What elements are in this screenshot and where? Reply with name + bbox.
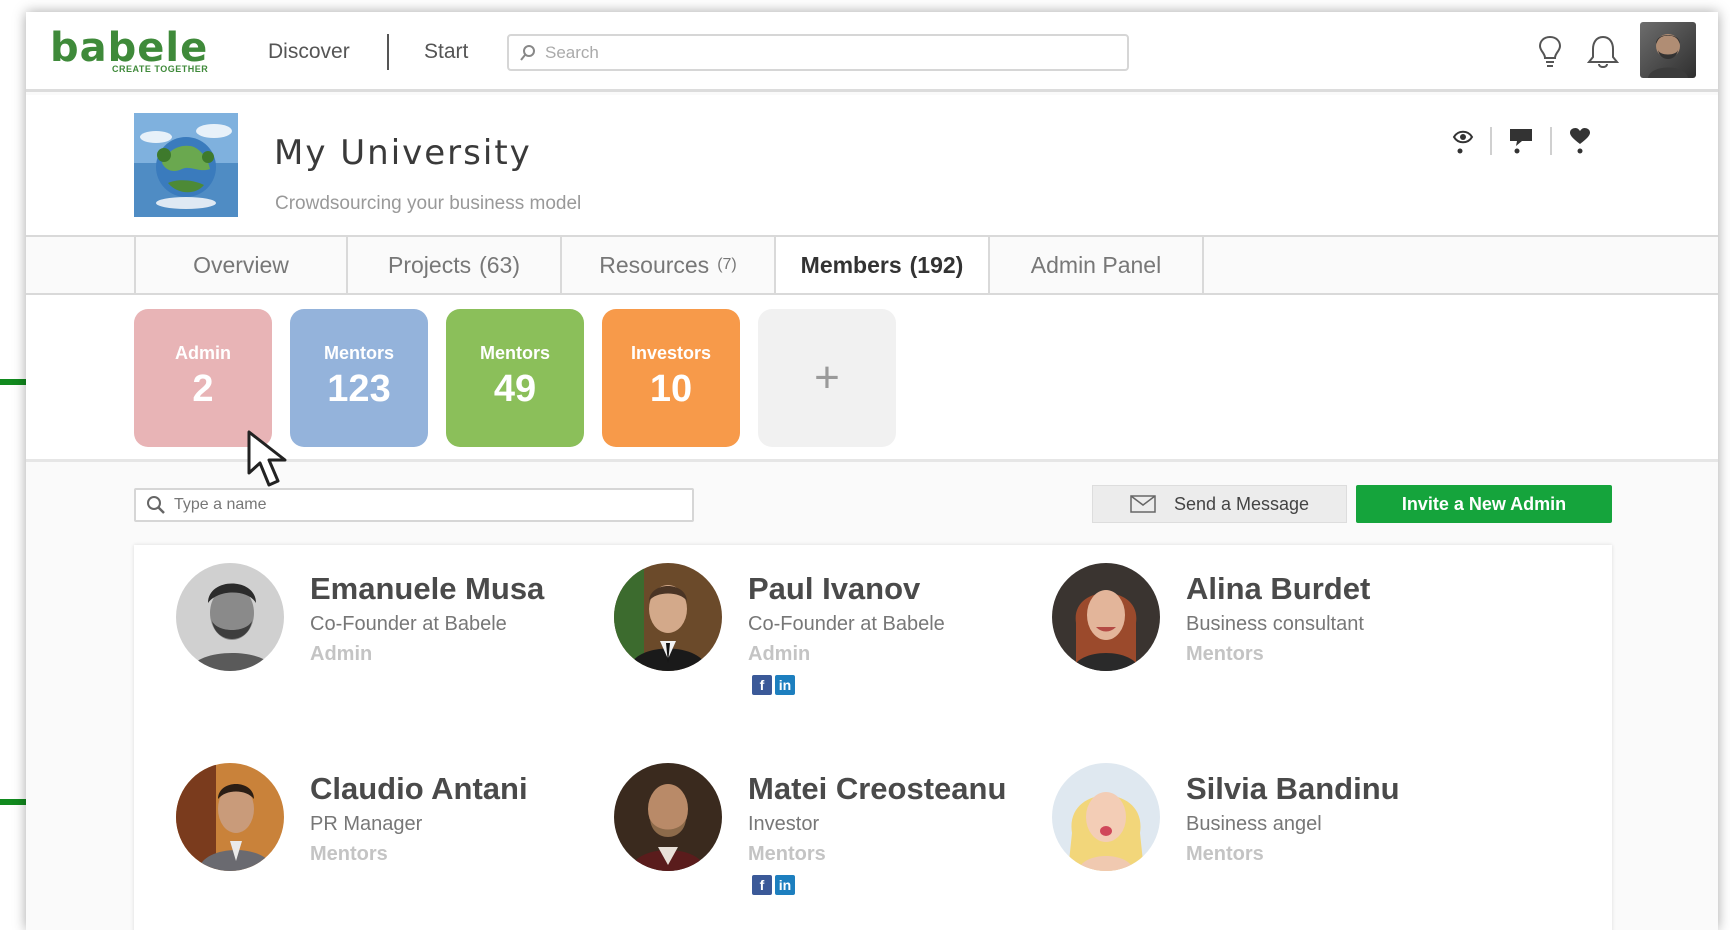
user-avatar[interactable] — [1640, 22, 1696, 78]
role-card-label: Admin — [175, 343, 231, 363]
member-name[interactable]: Claudio Antani — [310, 771, 528, 807]
tab-label: Projects — [388, 251, 472, 278]
member-card[interactable]: Paul Ivanov Co-Founder at Babele Admin f… — [572, 545, 1042, 695]
members-panel: Emanuele Musa Co-Founder at Babele Admin… — [134, 545, 1612, 930]
organization-header: My University Crowdsourcing your busines… — [26, 95, 1718, 235]
member-title: Co-Founder at Babele — [310, 613, 507, 635]
role-card-count: 2 — [192, 368, 214, 410]
member-avatar[interactable] — [614, 763, 722, 871]
member-role: Mentors — [310, 843, 388, 865]
member-card[interactable]: Matei Creosteanu Investor Mentors f in — [572, 745, 1042, 895]
envelope-icon — [1130, 495, 1156, 513]
bell-icon[interactable] — [1586, 34, 1620, 70]
member-title: Co-Founder at Babele — [748, 613, 945, 635]
logo-wordmark: babele — [50, 25, 209, 71]
babele-logo[interactable]: babele CREATE TOGETHER — [50, 28, 208, 74]
member-title: Business angel — [1186, 813, 1322, 835]
tab-members[interactable]: Members (192) — [776, 237, 990, 293]
tab-label: Admin Panel — [1030, 251, 1162, 278]
action-divider — [1550, 127, 1552, 155]
mouse-cursor-icon — [247, 430, 287, 487]
organization-actions — [1452, 127, 1592, 155]
member-name[interactable]: Emanuele Musa — [310, 571, 544, 607]
role-cards-band: Admin 2 Mentors 123 Mentors 49 Investors… — [26, 295, 1718, 487]
member-title: Investor — [748, 813, 820, 835]
linkedin-icon[interactable]: in — [775, 875, 795, 895]
tab-admin-panel[interactable]: Admin Panel — [990, 237, 1204, 293]
tab-count: (7) — [717, 256, 737, 273]
search-input[interactable] — [545, 42, 1105, 63]
search-icon — [147, 496, 165, 514]
lightbulb-icon[interactable] — [1536, 34, 1564, 70]
member-avatar[interactable] — [176, 563, 284, 671]
role-card-label: Mentors — [323, 343, 394, 363]
role-card-count: 10 — [649, 368, 693, 410]
top-navbar: babele CREATE TOGETHER Discover Start — [26, 12, 1718, 92]
member-name[interactable]: Silvia Bandinu — [1186, 771, 1400, 807]
role-card-mentors-green[interactable]: Mentors 49 — [446, 309, 584, 447]
member-card[interactable]: Alina Burdet Business consultant Mentors — [1010, 545, 1480, 695]
organization-title: My University — [274, 133, 532, 173]
search-icon — [520, 44, 535, 61]
member-avatar[interactable] — [614, 563, 722, 671]
role-card-mentors[interactable]: Mentors 123 — [290, 309, 428, 447]
role-card-label: Investors — [630, 343, 712, 363]
eye-icon[interactable] — [1452, 127, 1474, 155]
tab-resources[interactable]: Resources (7) — [562, 237, 776, 293]
role-card-admin[interactable]: Admin 2 — [134, 309, 272, 447]
linkedin-icon[interactable]: in — [775, 675, 795, 695]
nav-divider — [387, 34, 389, 70]
tab-label: Overview — [193, 251, 289, 278]
tab-label: Resources — [599, 251, 710, 278]
social-links: f in — [752, 675, 795, 695]
member-role: Admin — [310, 643, 373, 665]
send-message-button[interactable]: Send a Message — [1092, 485, 1347, 523]
role-card-label: Mentors — [479, 343, 550, 363]
facebook-icon[interactable]: f — [752, 675, 772, 695]
tab-count: (63) — [479, 251, 520, 278]
member-avatar[interactable] — [1052, 563, 1160, 671]
tab-count: (192) — [909, 251, 964, 278]
member-role: Admin — [748, 643, 811, 665]
comment-icon[interactable] — [1508, 127, 1534, 155]
member-card[interactable]: Claudio Antani PR Manager Mentors — [134, 745, 604, 895]
tab-label: Members — [800, 251, 902, 278]
member-name[interactable]: Alina Burdet — [1186, 571, 1370, 607]
tab-projects[interactable]: Projects (63) — [348, 237, 562, 293]
member-avatar[interactable] — [176, 763, 284, 871]
name-filter[interactable] — [134, 488, 694, 522]
member-role: Mentors — [1186, 843, 1264, 865]
member-title: Business consultant — [1186, 613, 1364, 635]
organization-image — [134, 113, 238, 217]
member-name[interactable]: Matei Creosteanu — [748, 771, 1006, 807]
tab-overview[interactable]: Overview — [134, 237, 348, 293]
facebook-icon[interactable]: f — [752, 875, 772, 895]
send-message-label: Send a Message — [1173, 493, 1310, 514]
role-card-investors[interactable]: Investors 10 — [602, 309, 740, 447]
nav-start-link[interactable]: Start — [424, 40, 468, 64]
member-card[interactable]: Silvia Bandinu Business angel Mentors — [1010, 745, 1480, 895]
member-role: Mentors — [748, 843, 826, 865]
plus-icon: + — [814, 353, 840, 402]
global-search[interactable] — [507, 34, 1129, 71]
invite-admin-button[interactable]: Invite a New Admin — [1356, 485, 1612, 523]
member-title: PR Manager — [310, 813, 423, 835]
app-window: babele CREATE TOGETHER Discover Start Se… — [26, 12, 1718, 930]
member-avatar[interactable] — [1052, 763, 1160, 871]
add-role-card[interactable]: + — [758, 309, 896, 447]
heart-icon[interactable] — [1568, 127, 1592, 155]
organization-subtitle: Crowdsourcing your business model — [275, 193, 582, 214]
section-tabs: Overview Projects (63) Resources (7) Mem… — [26, 235, 1718, 295]
invite-admin-label: Invite a New Admin — [1401, 493, 1567, 514]
member-name[interactable]: Paul Ivanov — [748, 571, 920, 607]
name-filter-input[interactable] — [174, 496, 674, 514]
member-role: Mentors — [1186, 643, 1264, 665]
action-divider — [1490, 127, 1492, 155]
role-card-count: 123 — [327, 368, 391, 410]
nav-discover-link[interactable]: Discover — [268, 40, 350, 64]
member-card[interactable]: Emanuele Musa Co-Founder at Babele Admin — [134, 545, 604, 695]
social-links: f in — [752, 875, 795, 895]
role-card-count: 49 — [493, 368, 537, 410]
